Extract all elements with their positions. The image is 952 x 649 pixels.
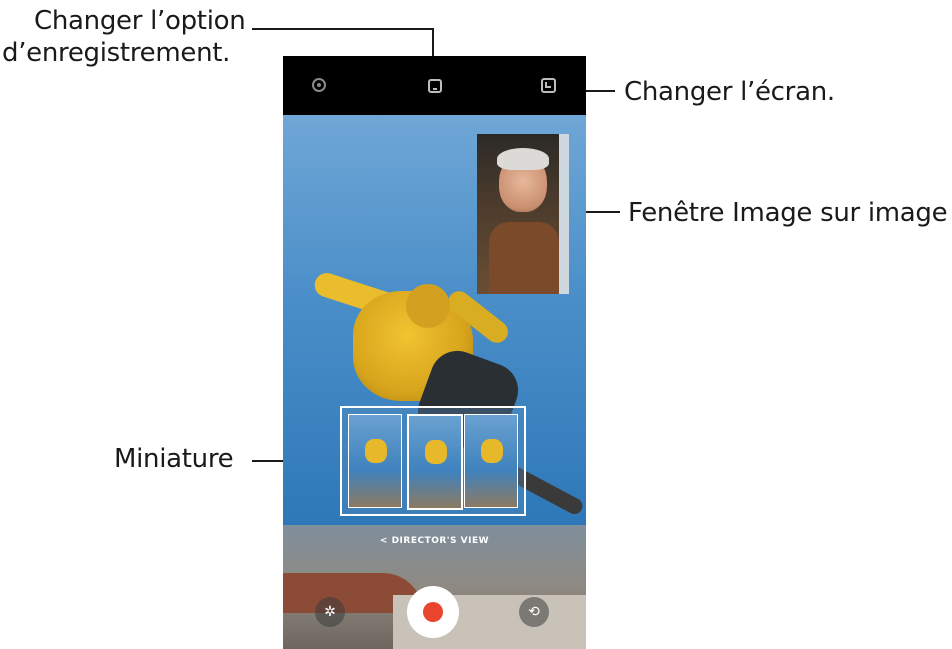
director-view-label[interactable]: < DIRECTOR'S VIEW: [283, 536, 586, 546]
pip-apron: [489, 222, 559, 294]
pip-window-callout: Fenêtre Image sur image: [628, 198, 948, 228]
camera-screen: < DIRECTOR'S VIEW ✲ ⟲: [283, 56, 586, 649]
pip-light: [559, 134, 569, 294]
record-button[interactable]: [407, 586, 459, 638]
effects-icon[interactable]: ✲: [315, 597, 345, 627]
thumbnail-strip: [340, 406, 526, 516]
gear-icon[interactable]: [312, 78, 326, 92]
skater-hood: [406, 284, 450, 328]
recording-option-leader-h: [252, 28, 433, 30]
camera-top-bar: [283, 56, 586, 115]
recording-option-callout-line1: Changer l’option: [34, 6, 246, 36]
switch-camera-icon[interactable]: ⟲: [519, 597, 549, 627]
recording-option-callout-line2: d’enregistrement.: [2, 38, 231, 68]
thumbnail-wide[interactable]: [464, 414, 518, 508]
record-dot: [423, 602, 443, 622]
thumbnail-rear[interactable]: [348, 414, 402, 508]
pip-hair: [497, 148, 549, 170]
recording-option-icon[interactable]: [428, 79, 442, 93]
change-screen-icon[interactable]: [541, 78, 556, 93]
change-screen-callout: Changer l’écran.: [624, 77, 835, 107]
thumbnail-callout: Miniature: [114, 444, 234, 474]
pip-window[interactable]: [477, 134, 569, 294]
thumbnail-selected[interactable]: [407, 414, 463, 510]
